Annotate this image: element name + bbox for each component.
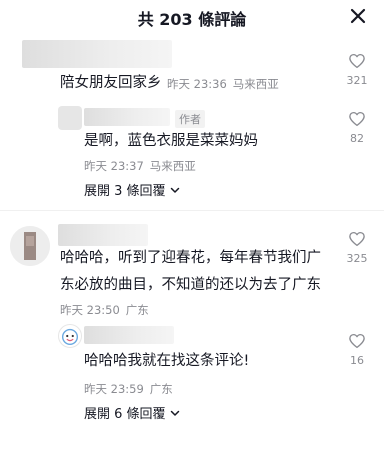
- comment-text: 陪女朋友回家乡: [60, 75, 162, 91]
- heart-icon: [349, 53, 365, 69]
- comments-header: 共 203 條評論: [0, 0, 384, 34]
- heart-icon: [349, 231, 365, 247]
- comment-text-line-1: 哈哈哈，听到了迎春花，每年春节我们广: [60, 250, 321, 266]
- heart-icon: [349, 111, 365, 127]
- expand-replies-label: 展開 3 條回覆: [84, 184, 166, 199]
- author-badge: 作者: [175, 110, 205, 128]
- reply-location: 马来西亚: [149, 159, 196, 173]
- reply-meta: 昨天 23:37 马来西亚: [84, 158, 196, 174]
- like-count: 325: [346, 252, 368, 265]
- expand-replies-label: 展開 6 條回覆: [84, 407, 166, 422]
- divider: [0, 210, 384, 211]
- comments-count-title: 共 203 條評論: [137, 10, 247, 29]
- like-button[interactable]: 325: [339, 230, 375, 265]
- reply-avatar[interactable]: [58, 324, 82, 348]
- close-icon[interactable]: [348, 6, 368, 26]
- blurred-username: [22, 40, 172, 68]
- avatar-image: [10, 226, 50, 266]
- like-button[interactable]: 321: [339, 52, 375, 87]
- comment-meta: 昨天 23:50 广东: [60, 302, 149, 318]
- like-button[interactable]: 16: [339, 332, 375, 367]
- chevron-down-icon: [170, 187, 179, 193]
- reply-location: 广东: [149, 382, 173, 396]
- comment-location: 广东: [125, 303, 149, 317]
- blurred-username: [58, 224, 148, 246]
- comment-meta: 昨天 23:36 马来西亚: [167, 76, 279, 92]
- like-button[interactable]: 82: [339, 110, 375, 145]
- reply-avatar[interactable]: [58, 106, 82, 130]
- comment-time: 昨天 23:50: [60, 303, 120, 317]
- expand-replies-button[interactable]: 展開 6 條回覆: [84, 403, 181, 422]
- emoji-avatar-image: [61, 328, 79, 345]
- comment-avatar[interactable]: [10, 226, 50, 266]
- reply-time: 昨天 23:37: [84, 159, 144, 173]
- expand-replies-button[interactable]: 展開 3 條回覆: [84, 180, 181, 199]
- heart-icon: [349, 333, 365, 349]
- blurred-username: [84, 108, 170, 126]
- like-count: 82: [350, 132, 364, 145]
- reply-text: 是啊，蓝色衣服是菜菜妈妈: [84, 133, 258, 149]
- comment-text-line-2: 东必放的曲目，不知道的还以为去了广东: [60, 277, 321, 293]
- chevron-down-icon: [170, 410, 179, 416]
- comment-time: 昨天 23:36: [167, 77, 227, 91]
- comment-location: 马来西亚: [232, 77, 279, 91]
- like-count: 16: [350, 354, 364, 367]
- blurred-username: [84, 326, 174, 344]
- reply-meta: 昨天 23:59 广东: [84, 381, 173, 397]
- reply-time: 昨天 23:59: [84, 382, 144, 396]
- like-count: 321: [346, 74, 368, 87]
- reply-text: 哈哈哈我就在找这条评论!: [84, 353, 250, 369]
